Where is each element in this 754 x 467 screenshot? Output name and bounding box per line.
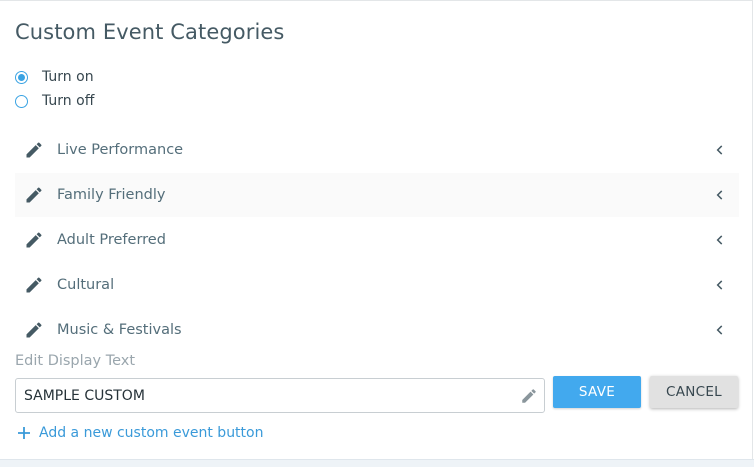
save-button[interactable]: SAVE (553, 376, 641, 408)
add-custom-event-link[interactable]: Add a new custom event button (17, 425, 263, 441)
category-row-adult-preferred[interactable]: Adult Preferred (15, 218, 739, 262)
add-link-label: Add a new custom event button (39, 425, 264, 441)
category-label: Family Friendly (57, 187, 166, 203)
display-text-field[interactable] (15, 378, 545, 413)
cancel-button[interactable]: CANCEL (650, 376, 738, 408)
page-title: Custom Event Categories (15, 20, 285, 44)
radio-label: Turn off (42, 93, 95, 109)
radio-button-selected[interactable] (15, 70, 28, 84)
pencil-icon[interactable] (24, 320, 44, 340)
chevron-left-icon[interactable] (713, 143, 727, 157)
radio-label: Turn on (42, 69, 94, 85)
category-row-cultural[interactable]: Cultural (15, 263, 739, 307)
category-row-music-festivals[interactable]: Music & Festivals (15, 308, 739, 352)
chevron-left-icon[interactable] (713, 233, 727, 247)
chevron-left-icon[interactable] (713, 188, 727, 202)
edit-display-text-label: Edit Display Text (15, 353, 136, 369)
category-row-live-performance[interactable]: Live Performance (15, 128, 739, 172)
category-label: Adult Preferred (57, 232, 166, 248)
radio-turn-off[interactable]: Turn off (15, 93, 94, 109)
custom-event-categories-panel: Custom Event Categories Turn on Turn off… (0, 0, 753, 460)
pencil-icon[interactable] (24, 275, 44, 295)
category-label: Music & Festivals (57, 322, 182, 338)
display-text-input[interactable] (16, 378, 520, 413)
pencil-icon[interactable] (24, 140, 44, 160)
plus-icon (18, 427, 30, 439)
category-row-family-friendly[interactable]: Family Friendly (15, 173, 739, 217)
category-label: Cultural (57, 277, 115, 293)
category-label: Live Performance (57, 142, 184, 158)
chevron-left-icon[interactable] (713, 323, 727, 337)
chevron-left-icon[interactable] (713, 278, 727, 292)
radio-turn-on[interactable]: Turn on (15, 69, 94, 85)
radio-button[interactable] (15, 94, 28, 108)
pencil-icon[interactable] (24, 230, 44, 250)
pencil-icon (522, 388, 536, 403)
pencil-icon[interactable] (24, 185, 44, 205)
